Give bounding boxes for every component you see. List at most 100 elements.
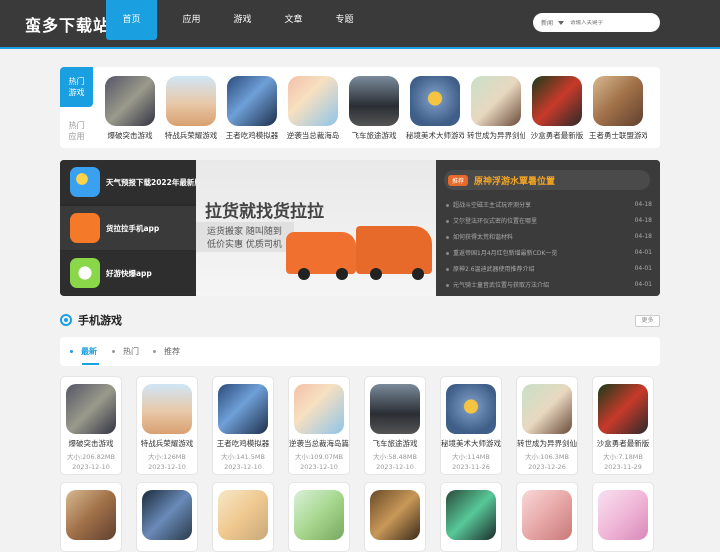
game-icon xyxy=(370,490,420,540)
game-size: 大小:114MB xyxy=(452,453,490,461)
game-date: 2023-12-10 xyxy=(300,463,338,471)
news-date: 04-18 xyxy=(634,201,652,208)
game-name: 逆袭当总裁海岛篇 xyxy=(289,439,349,448)
banner-app-label: 天气预报下载2022年最新版 xyxy=(106,177,196,187)
game-date: 2023-12-10 xyxy=(72,463,110,471)
tab-latest-label: 最新 xyxy=(81,347,97,356)
hot-app[interactable]: 逆袭当总裁海岛 xyxy=(284,76,342,141)
van-image-2 xyxy=(356,226,432,274)
headline-title: 原神浮游水覃暑位置 xyxy=(474,176,556,187)
target-icon xyxy=(60,314,72,326)
wheel xyxy=(336,268,348,280)
game-card[interactable]: 飞车旅途游戏 大小:58.48MB 2023-12-10 xyxy=(364,376,426,475)
news-headline[interactable]: 推荐 原神浮游水覃暑位置 xyxy=(444,170,650,190)
app-name: 王者勇士联盟游戏 xyxy=(589,131,647,140)
news-date: 04-01 xyxy=(634,249,652,256)
search-input[interactable] xyxy=(570,19,641,26)
news-date: 04-01 xyxy=(634,265,652,272)
game-card[interactable]: 逆袭当总裁海岛篇 大小:109.07MB 2023-12-10 xyxy=(288,376,350,475)
ad-title: 拉货就找货拉拉 xyxy=(205,202,324,222)
van-image xyxy=(286,232,356,274)
search-type-select[interactable]: 新闻 xyxy=(541,18,553,27)
game-date: 2023-12-10 xyxy=(224,463,262,471)
banner-ad[interactable]: 拉货就找货拉拉 运货搬家 随叫随到 低价实惠 优质司机 xyxy=(196,160,436,296)
game-icon xyxy=(218,384,268,434)
hot-tabs: 热门游戏 热门应用 xyxy=(60,67,93,148)
chevron-down-icon[interactable] xyxy=(558,20,565,25)
bullet-icon xyxy=(446,284,449,287)
banner-app-list: 天气预报下载2022年最新版 货拉拉手机app 好游快爆app xyxy=(60,160,196,296)
tab-hot-games-label: 热门游戏 xyxy=(68,77,85,97)
news-date: 04-18 xyxy=(634,233,652,240)
game-name: 沙盒勇者最新版 xyxy=(596,439,650,448)
hot-app[interactable]: 转世成为异界剑仙 xyxy=(467,76,525,141)
nav-games[interactable]: 游戏 xyxy=(217,0,268,40)
game-card[interactable]: 特战兵荣耀游戏 大小:126MB 2023-12-10 xyxy=(136,376,198,475)
truck-icon xyxy=(70,213,100,243)
news-item[interactable]: 元气骑士童音武位置与获取方法介绍 04-01 xyxy=(446,278,652,291)
game-icon xyxy=(70,258,100,288)
tab-latest[interactable]: 最新 xyxy=(70,337,97,366)
hot-app[interactable]: 秘境美术大师游戏 xyxy=(406,76,464,141)
game-card[interactable]: 王者吃鸡模拟器 大小:141.5MB 2023-12-10 xyxy=(212,376,274,475)
game-card[interactable]: 转世成为异界剑仙游大小:106.3MB 2023-12-26 xyxy=(516,376,578,475)
hot-app[interactable]: 特战兵荣耀游戏 xyxy=(162,76,220,141)
nav-home[interactable]: 首页 xyxy=(106,0,157,40)
active-tab-indicator xyxy=(82,363,99,365)
game-card[interactable] xyxy=(364,482,426,552)
game-name: 王者吃鸡模拟器 xyxy=(216,439,270,448)
game-icon xyxy=(142,490,192,540)
banner-app-item[interactable]: 货拉拉手机app xyxy=(60,206,196,250)
tab-hot-apps[interactable]: 热门应用 xyxy=(60,111,93,151)
nav-articles[interactable]: 文章 xyxy=(268,0,319,40)
app-icon xyxy=(349,76,399,126)
game-card[interactable] xyxy=(136,482,198,552)
game-card[interactable] xyxy=(288,482,350,552)
bullet-icon xyxy=(446,220,449,223)
game-icon xyxy=(446,490,496,540)
bullet-icon xyxy=(153,350,156,353)
tab-hot[interactable]: 热门 xyxy=(112,337,139,366)
game-date: 2023-12-10 xyxy=(148,463,186,471)
app-name: 特战兵荣耀游戏 xyxy=(164,131,218,140)
site-logo[interactable]: 蛮多下载站 xyxy=(25,12,110,36)
hot-app[interactable]: 王者勇士联盟游戏 xyxy=(589,76,647,141)
bullet-icon xyxy=(112,350,115,353)
game-icon xyxy=(522,384,572,434)
game-card[interactable]: 爆破突击游戏 大小:206.82MB 2023-12-10 xyxy=(60,376,122,475)
news-item[interactable]: 超战斗空磁王主试玩评测分享 04-18 xyxy=(446,198,652,211)
game-card[interactable] xyxy=(592,482,654,552)
nav-topics[interactable]: 专题 xyxy=(319,0,370,40)
app-name: 秘境美术大师游戏 xyxy=(406,131,464,140)
banner-app-item[interactable]: 好游快爆app xyxy=(60,251,196,295)
hot-app[interactable]: 沙盒勇者最新版 xyxy=(528,76,586,141)
news-title: 如何获得太荒和谐材料 xyxy=(453,234,514,241)
nav-apps[interactable]: 应用 xyxy=(166,0,217,40)
tab-hot-games[interactable]: 热门游戏 xyxy=(60,67,93,107)
tab-recommend[interactable]: 推荐 xyxy=(153,337,180,366)
game-date: 2023-11-29 xyxy=(604,463,642,471)
ad-line2: 低价实惠 优质司机 xyxy=(207,240,282,250)
tab-hot-label: 热门 xyxy=(123,347,139,356)
news-item[interactable]: 重返帝国1月4月红包新增最新CDK一览 04-01 xyxy=(446,246,652,259)
hot-app[interactable]: 飞车旅途游戏 xyxy=(345,76,403,141)
game-card[interactable] xyxy=(440,482,502,552)
news-item[interactable]: 原神2.6温迪武器使用推荐介绍 04-01 xyxy=(446,262,652,275)
hot-app[interactable]: 王者吃鸡模拟器 xyxy=(223,76,281,141)
game-card[interactable] xyxy=(516,482,578,552)
news-item[interactable]: 艾尔登法环仪式密的位置在哪里 04-18 xyxy=(446,214,652,227)
game-card[interactable] xyxy=(60,482,122,552)
more-button[interactable]: 更多 xyxy=(635,315,660,327)
news-item[interactable]: 如何获得太荒和谐材料 04-18 xyxy=(446,230,652,243)
news-title: 艾尔登法环仪式密的位置在哪里 xyxy=(453,218,538,225)
banner-app-item[interactable]: 天气预报下载2022年最新版 xyxy=(60,160,196,204)
game-icon xyxy=(598,490,648,540)
app-icon xyxy=(227,76,277,126)
hot-app[interactable]: 爆破突击游戏 xyxy=(101,76,159,141)
game-card[interactable]: 秘境美术大师游戏 大小:114MB 2023-11-26 xyxy=(440,376,502,475)
game-date: 2023-11-26 xyxy=(452,463,490,471)
game-card[interactable] xyxy=(212,482,274,552)
app-icon xyxy=(105,76,155,126)
game-card[interactable]: 沙盒勇者最新版 大小:7.18MB 2023-11-29 xyxy=(592,376,654,475)
app-name: 转世成为异界剑仙 xyxy=(467,131,525,140)
